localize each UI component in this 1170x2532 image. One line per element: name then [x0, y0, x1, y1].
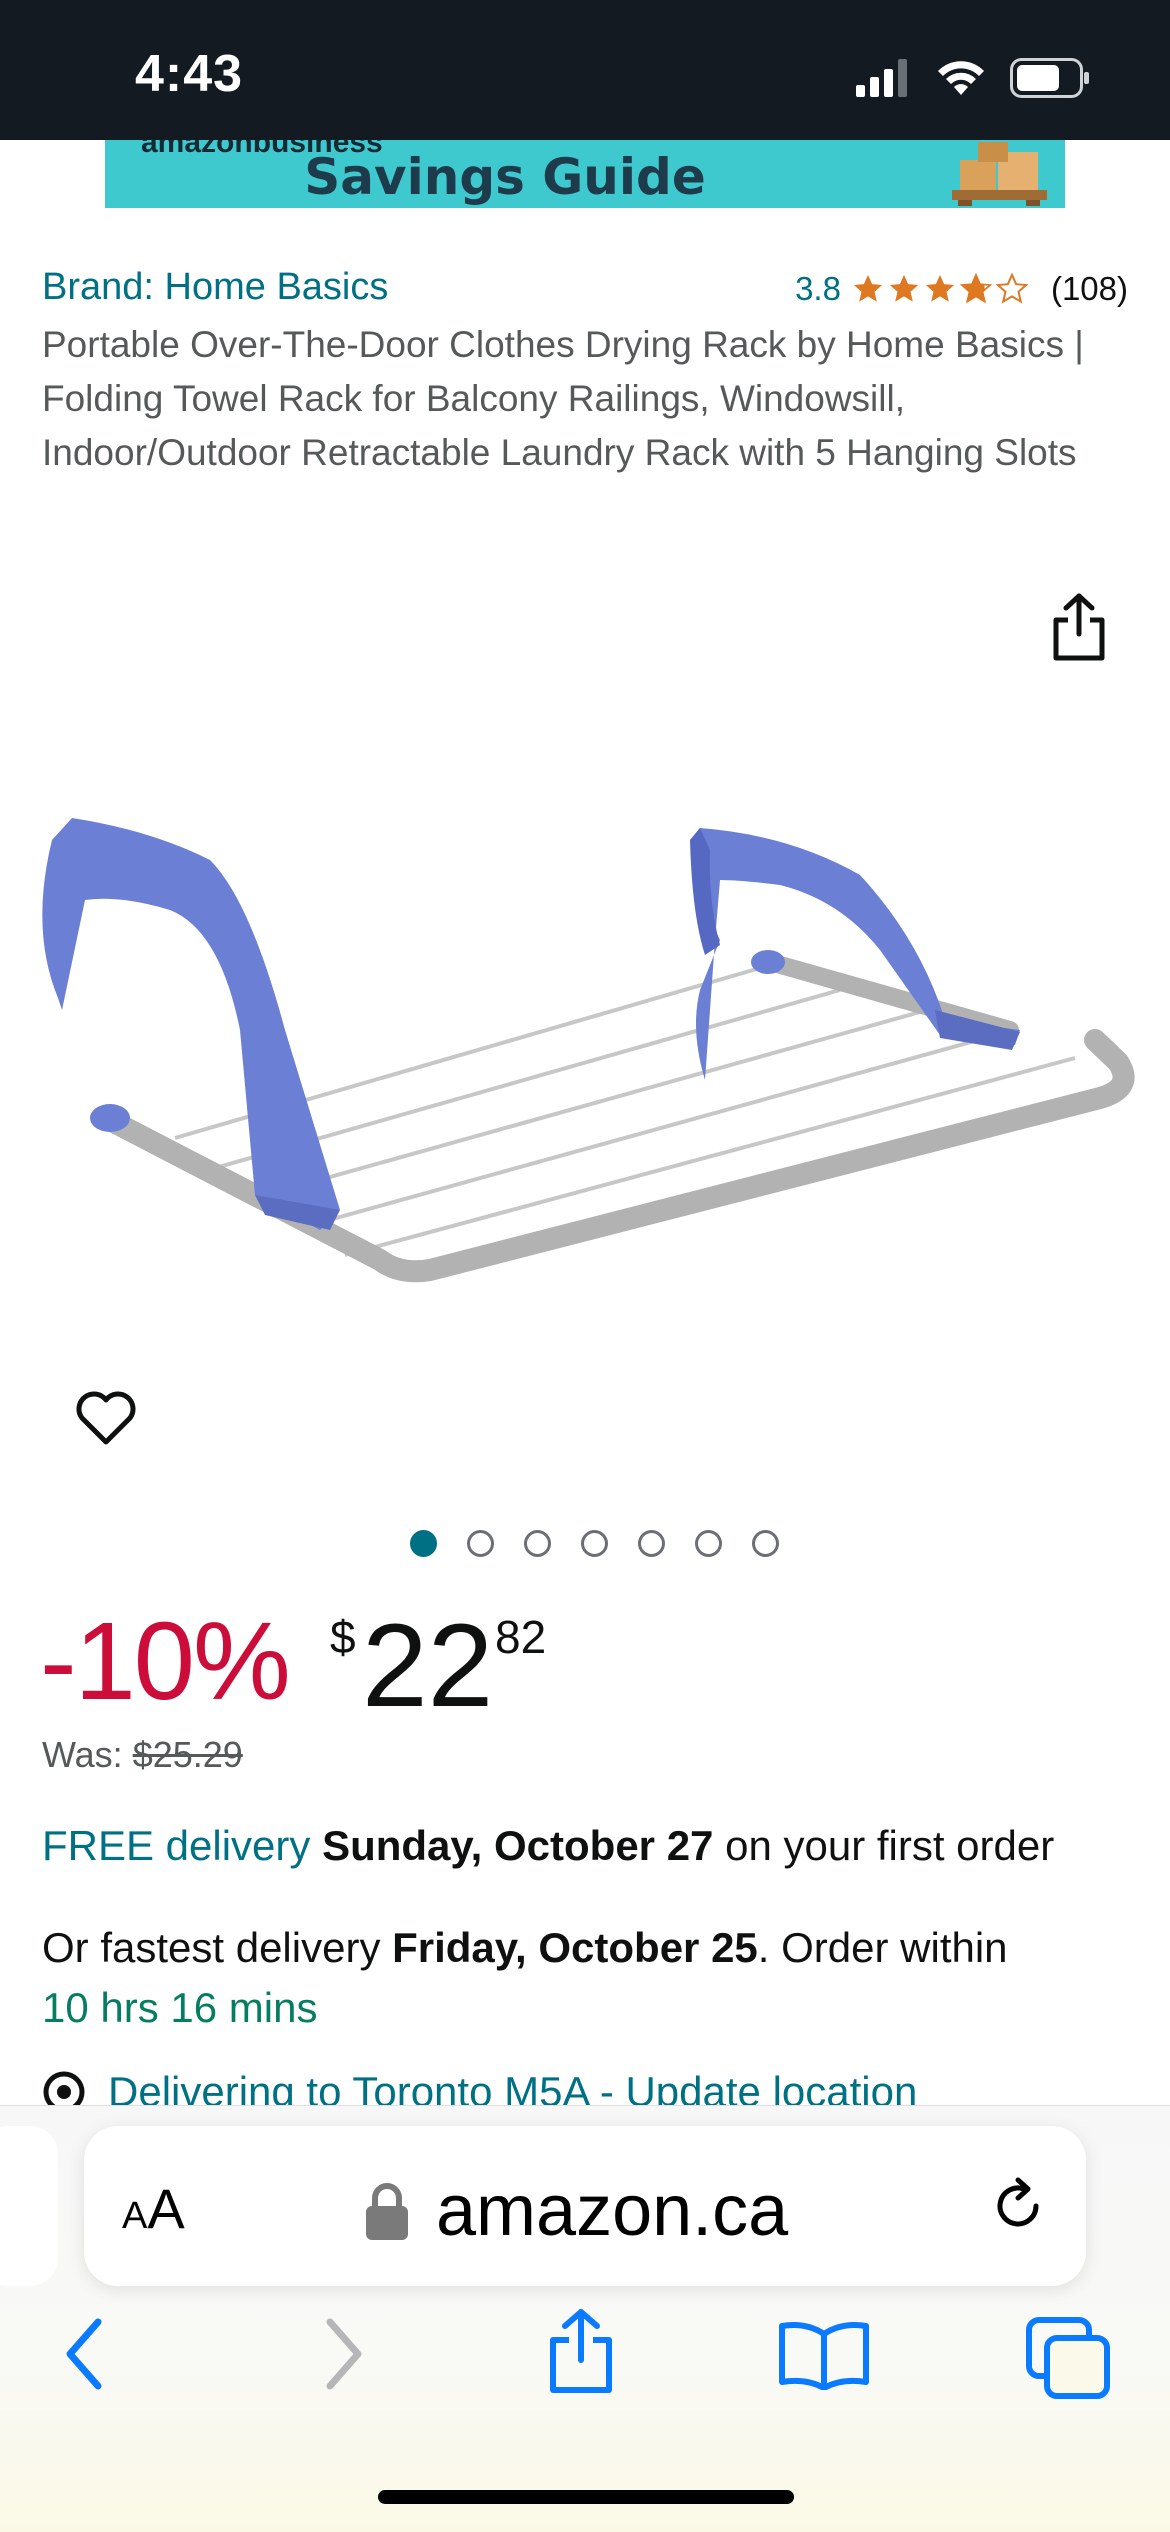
image-carousel-dots — [0, 1530, 1170, 1557]
product-image[interactable] — [0, 700, 1170, 1340]
star-partial-icon — [959, 272, 993, 304]
discount-percent: -10% — [40, 1600, 291, 1723]
browser-toolbar: AA amazon.ca — [0, 2105, 1170, 2532]
share-sheet-icon[interactable] — [545, 2308, 617, 2396]
carousel-dot[interactable] — [466, 1530, 494, 1557]
star-empty-icon — [995, 272, 1029, 304]
status-icons — [856, 55, 1090, 100]
rating-summary[interactable]: 3.8 (108) — [795, 270, 1128, 308]
wifi-icon — [938, 60, 984, 95]
bookmarks-icon[interactable] — [778, 2320, 870, 2390]
carousel-dot[interactable] — [409, 1530, 437, 1557]
share-icon[interactable] — [1050, 592, 1108, 662]
lock-icon — [366, 2183, 408, 2240]
star-full-icon — [889, 274, 919, 302]
rating-count: (108) — [1050, 270, 1128, 307]
home-indicator — [378, 2490, 794, 2504]
tabs-icon[interactable] — [1025, 2316, 1113, 2400]
price-fraction: 82 — [495, 1611, 547, 1663]
star-full-icon — [853, 274, 883, 302]
fast-delivery-date: Friday, October 25 — [392, 1924, 758, 1971]
carousel-dot[interactable] — [694, 1530, 722, 1557]
was-price-row: Was: $25.29 — [42, 1734, 243, 1776]
address-bar[interactable]: AA amazon.ca — [84, 2126, 1086, 2286]
url-display[interactable]: amazon.ca — [364, 2170, 788, 2252]
carousel-dot[interactable] — [580, 1530, 608, 1557]
browser-nav-row — [0, 2309, 1170, 2436]
fast-delivery-prefix: Or fastest delivery — [42, 1924, 393, 1971]
free-delivery-line: FREE delivery Sunday, October 27 on your… — [42, 1822, 1054, 1870]
carousel-dot[interactable] — [751, 1530, 779, 1557]
url-text: amazon.ca — [436, 2171, 789, 2251]
text-size-small-label: A — [122, 2195, 148, 2237]
carousel-dot[interactable] — [523, 1530, 551, 1557]
free-delivery-date: Sunday, October 27 — [322, 1822, 714, 1869]
savings-guide-banner[interactable]: amazonbusiness Savings Guide — [105, 140, 1065, 208]
price-whole: 22 — [362, 1600, 494, 1732]
battery-icon — [1010, 57, 1089, 98]
status-time: 4:43 — [135, 45, 244, 103]
free-delivery-link[interactable]: FREE delivery — [42, 1822, 310, 1869]
product-title: Portable Over-The-Door Clothes Drying Ra… — [42, 324, 1084, 473]
banner-title: Savings Guide — [304, 148, 706, 206]
price-symbol: $ — [330, 1611, 356, 1663]
heart-icon[interactable] — [74, 1388, 138, 1448]
carousel-dot[interactable] — [637, 1530, 665, 1557]
was-label: Was: — [42, 1734, 123, 1775]
was-price: $25.29 — [132, 1734, 243, 1775]
brand-link[interactable]: Brand: Home Basics — [42, 266, 388, 309]
previous-tab-preview[interactable] — [0, 2126, 58, 2286]
forward-icon[interactable] — [318, 2316, 368, 2392]
text-size-button[interactable]: AA — [122, 2176, 185, 2241]
back-icon[interactable] — [60, 2316, 110, 2392]
star-full-icon — [925, 274, 955, 302]
fast-delivery-suffix: . Order within — [757, 1924, 1008, 1971]
status-bar: 4:43 — [0, 0, 1170, 140]
free-delivery-suffix: on your first order — [713, 1822, 1055, 1869]
boxes-icon — [952, 142, 1047, 206]
text-size-large-label: A — [147, 2177, 185, 2240]
reload-icon[interactable] — [988, 2176, 1048, 2236]
order-countdown: 10 hrs 16 mins — [42, 1984, 318, 2031]
cellular-signal-icon — [856, 58, 907, 97]
fastest-delivery-line: Or fastest delivery Friday, October 25. … — [42, 1918, 1142, 2038]
star-rating — [851, 272, 1029, 306]
rating-value: 3.8 — [795, 270, 841, 307]
